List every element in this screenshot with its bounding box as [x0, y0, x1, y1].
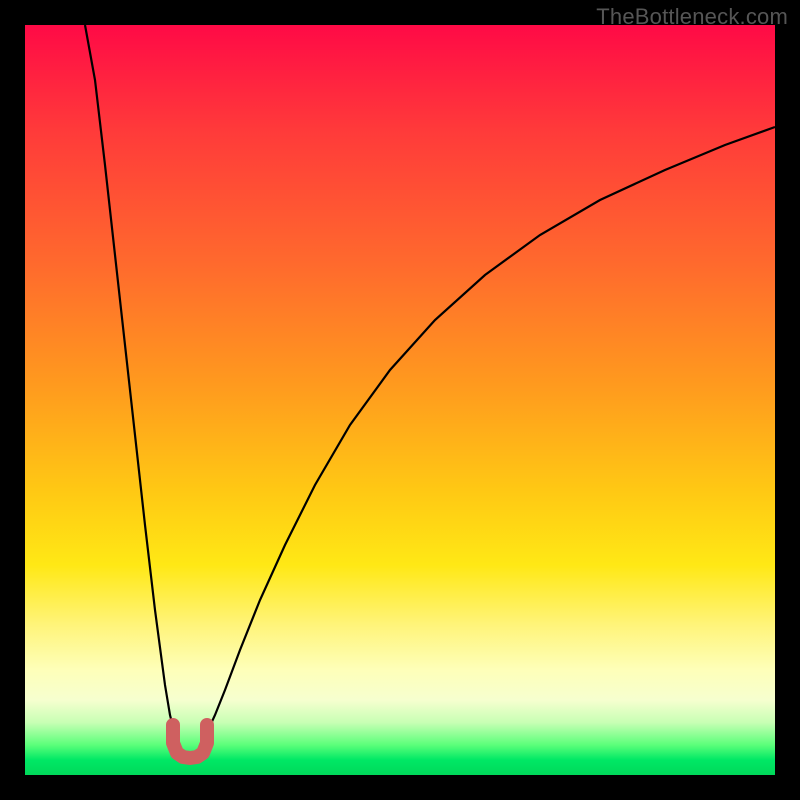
chart-svg: [25, 25, 775, 775]
watermark-text: TheBottleneck.com: [596, 4, 788, 30]
curve-right-branch: [200, 127, 775, 745]
bottom-marker: [173, 725, 207, 758]
curve-left-branch: [85, 25, 180, 745]
chart-frame: TheBottleneck.com: [0, 0, 800, 800]
chart-plot-area: [25, 25, 775, 775]
